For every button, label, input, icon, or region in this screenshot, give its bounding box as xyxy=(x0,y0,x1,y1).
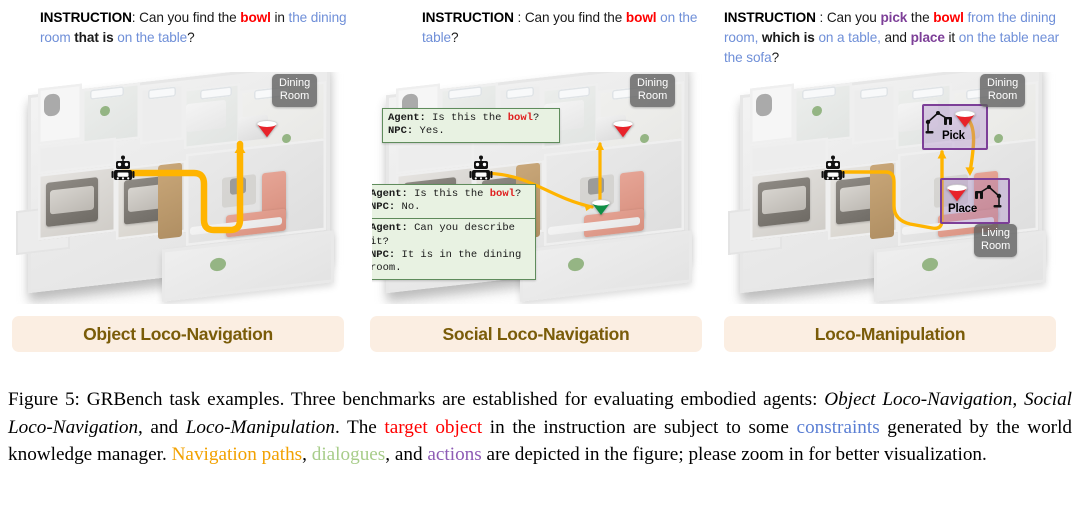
dialog-speaker: Agent: xyxy=(388,112,426,124)
panel-title-social-loco-navigation: Social Loco-Navigation xyxy=(370,316,702,352)
dialog-object: bowl xyxy=(507,112,533,124)
instruction-constraint2-0: on the table xyxy=(117,30,188,45)
instruction-sep-1: : xyxy=(513,10,525,25)
caption-p8: , and xyxy=(385,444,428,465)
caption-dialogues: dialogues xyxy=(311,444,386,465)
instruction-seg1-2: Can you xyxy=(826,10,881,25)
instruction-label-0: INSTRUCTION xyxy=(40,10,132,25)
instruction-text-1: INSTRUCTION : Can you find the bowl on t… xyxy=(422,8,722,48)
robot-agent-icon xyxy=(821,155,845,180)
instruction-constraint2-2: on a table, xyxy=(818,30,881,45)
instruction-target-0: bowl xyxy=(240,10,271,25)
instruction-seg2-2: the xyxy=(907,10,934,25)
instruction-seg5-2: and xyxy=(880,30,911,45)
dialog-text: No. xyxy=(395,201,421,214)
dining-room-tag-2: Dining Room xyxy=(980,74,1026,107)
instruction-action1-2: pick xyxy=(880,10,908,25)
dialog-bubble-top: Agent: Is this the bowl? NPC: Yes. xyxy=(382,108,560,144)
dialog-object: bowl xyxy=(489,188,515,200)
dialog-speaker: Agent: xyxy=(372,188,408,200)
target-bowl-marker-1 xyxy=(612,120,634,138)
instruction-seg4-1: ? xyxy=(450,30,459,45)
dialog-speaker: Agent: xyxy=(372,222,408,235)
caption-benchmark-1: Object Loco-Navigation xyxy=(824,389,1013,410)
dialog-text: Is this the xyxy=(425,112,508,124)
floorplan-scene-1: Dining Room Agent: Is this the bowl? NPC:… xyxy=(372,72,708,304)
dialog-bubble-bottom-1: Agent: Is this the bowl? NPC: No. xyxy=(372,184,536,220)
instruction-seg4-2: which is xyxy=(758,30,819,45)
dialog-speaker: NPC: xyxy=(372,248,396,261)
instruction-target-2: bowl xyxy=(933,10,964,25)
caption-p9: are depicted in the figure; please zoom … xyxy=(481,444,987,465)
caption-p5: in the instruction are subject to some xyxy=(482,416,797,438)
panel-title-text-2: Loco-Manipulation xyxy=(814,323,966,344)
dialog-speaker: NPC: xyxy=(388,125,414,138)
caption-benchmark-3: Loco-Manipulation xyxy=(185,416,335,438)
panel-object-loco-navigation: INSTRUCTION: Can you find the bowl in th… xyxy=(4,0,354,375)
instruction-seg2-0: in xyxy=(270,10,289,25)
living-room-tag-2: Living Room xyxy=(974,224,1018,257)
panel-title-text-1: Social Loco-Navigation xyxy=(442,323,630,344)
panel-title-object-loco-navigation: Object Loco-Navigation xyxy=(12,316,344,352)
figure-caption: Figure 5: GRBench task examples. Three b… xyxy=(8,386,1072,469)
panel-loco-manipulation: INSTRUCTION : Can you pick the bowl from… xyxy=(716,0,1066,375)
dialog-text: Yes. xyxy=(413,125,445,138)
dialog-text: Is this the xyxy=(407,188,490,200)
caption-p1: GRBench task examples. Three benchmarks … xyxy=(79,389,825,410)
dining-room-tag-0: Dining Room xyxy=(272,74,318,107)
caption-navigation-paths: Navigation paths xyxy=(171,444,303,465)
caption-label: Figure 5: xyxy=(8,389,80,410)
instruction-seg1-0: Can you find the xyxy=(139,10,241,25)
dialog-text-after: ? xyxy=(514,188,522,200)
panel-title-loco-manipulation: Loco-Manipulation xyxy=(724,316,1056,352)
instruction-seg3-0: that is xyxy=(70,30,118,45)
dining-room-tag-1: Dining Room xyxy=(630,74,676,107)
robot-agent-icon xyxy=(469,155,493,180)
instruction-seg1-1: Can you find the xyxy=(524,10,626,25)
instruction-text-2: INSTRUCTION : Can you pick the bowl from… xyxy=(724,8,1072,68)
caption-p2: , xyxy=(1012,389,1025,410)
caption-p3: , and xyxy=(138,416,186,438)
instruction-label-1: INSTRUCTION xyxy=(422,10,514,25)
instruction-target-1: bowl xyxy=(625,10,657,25)
pick-action-label: Pick xyxy=(942,130,965,142)
panel-social-loco-navigation: INSTRUCTION : Can you find the bowl on t… xyxy=(362,0,712,375)
instruction-action2-2: place xyxy=(910,30,945,45)
dialog-text-wrap: room. xyxy=(372,262,402,275)
wrong-bowl-marker-1 xyxy=(591,199,611,215)
pick-bowl-icon xyxy=(954,110,976,128)
instruction-seg4-0: ? xyxy=(187,30,195,45)
caption-p4: . The xyxy=(334,416,385,438)
panel-title-text-0: Object Loco-Navigation xyxy=(83,323,273,344)
instruction-sep-2: : xyxy=(815,10,827,25)
instruction-seg7-2: ? xyxy=(771,50,780,65)
caption-p7: , xyxy=(302,444,312,465)
instruction-label-2: INSTRUCTION xyxy=(724,10,816,25)
floorplan-scene-0: Dining Room xyxy=(14,72,350,304)
place-bowl-icon xyxy=(946,184,968,202)
dialog-speaker: NPC: xyxy=(372,201,396,214)
instruction-text-0: INSTRUCTION: Can you find the bowl in th… xyxy=(40,8,360,48)
caption-target-object: target object xyxy=(384,416,483,438)
dialog-bubble-group-bottom: Agent: Is this the bowl? NPC: No. Agent: … xyxy=(372,184,536,281)
figure-image: INSTRUCTION: Can you find the bowl in th… xyxy=(0,0,1080,375)
caption-actions: actions xyxy=(427,444,482,465)
dialog-text-after: ? xyxy=(532,112,540,124)
caption-constraints: constraints xyxy=(796,416,880,438)
dialog-text: It is in the dining xyxy=(395,248,522,261)
floorplan-scene-2: Pick Place Dining Room Living Room xyxy=(726,72,1062,304)
dialog-bubble-bottom-2: Agent: Can you describe it? NPC: It is in… xyxy=(372,219,536,281)
robot-agent-icon xyxy=(111,155,135,180)
target-bowl-marker-0 xyxy=(256,120,278,138)
place-action-label: Place xyxy=(948,203,978,215)
instruction-seg6-2: it xyxy=(944,30,959,45)
